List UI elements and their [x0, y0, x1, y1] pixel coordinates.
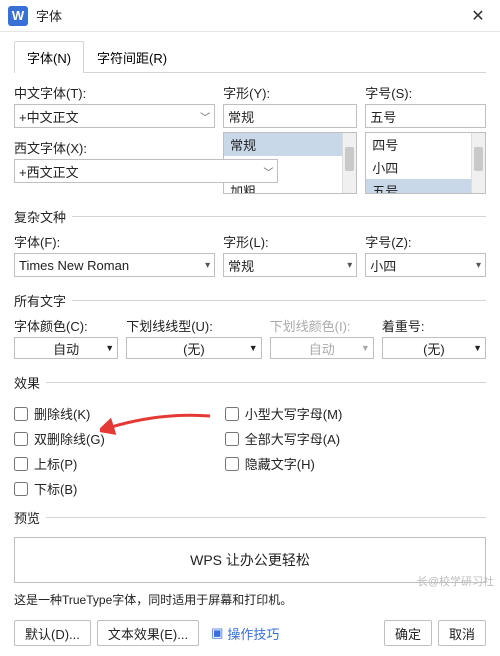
style-input[interactable]: 常规	[223, 104, 357, 128]
tips-link[interactable]: ▣操作技巧	[205, 620, 285, 646]
close-button[interactable]: ✕	[464, 2, 492, 30]
chevron-down-icon: ▾	[347, 260, 352, 271]
app-icon: W	[8, 6, 28, 26]
color-label: 字体颜色(C):	[14, 316, 118, 335]
all-text-legend: 所有文字	[14, 291, 72, 310]
size-input[interactable]: 五号	[365, 104, 486, 128]
chevron-down-icon: ▼	[249, 343, 258, 353]
list-item[interactable]: 小四	[366, 156, 471, 179]
cn-font-select[interactable]: +中文正文 ﹀	[14, 104, 215, 128]
dialog-body: 字体(N) 字符间距(R) 中文字体(T): +中文正文 ﹀ 字形(Y): 常规…	[0, 32, 500, 656]
all-text-group: 所有文字 字体颜色(C): 自动▼ 下划线线型(U): (无)▼ 下划线颜色(I…	[14, 291, 486, 363]
effects-legend: 效果	[14, 373, 46, 392]
chevron-down-icon: ▼	[473, 343, 482, 353]
watermark: 长@校学研习社	[417, 573, 494, 589]
preview-box: WPS 让办公更轻松	[14, 537, 486, 583]
chevron-down-icon: ▼	[361, 343, 370, 353]
en-font-select[interactable]: +西文正文 ﹀	[14, 159, 278, 183]
text-effects-button[interactable]: 文本效果(E)...	[97, 620, 199, 646]
complex-group: 复杂文种 字体(F): Times New Roman ▾ 字形(L): 常规 …	[14, 207, 486, 281]
underline-dropdown[interactable]: (无)▼	[126, 337, 261, 359]
complex-size-value: 小四	[370, 256, 396, 275]
title-bar: W 字体 ✕	[0, 0, 500, 32]
complex-size-label: 字号(Z):	[365, 232, 486, 251]
complex-style-value: 常规	[228, 256, 254, 275]
superscript-checkbox[interactable]: 上标(P)	[14, 454, 105, 473]
preview-text: WPS 让办公更轻松	[190, 550, 310, 570]
style-label: 字形(Y):	[223, 83, 357, 102]
emphasis-label: 着重号:	[382, 316, 486, 335]
all-caps-checkbox[interactable]: 全部大写字母(A)	[225, 429, 343, 448]
book-icon: ▣	[211, 625, 223, 641]
chevron-down-icon: ▼	[105, 343, 114, 353]
preview-legend: 预览	[14, 508, 46, 527]
tab-spacing[interactable]: 字符间距(R)	[84, 41, 180, 73]
complex-size-select[interactable]: 小四 ▾	[365, 253, 486, 277]
en-font-label: 西文字体(X):	[14, 138, 278, 157]
size-value: 五号	[370, 107, 396, 126]
cn-font-value: +中文正文	[19, 107, 79, 126]
chevron-down-icon: ﹀	[200, 109, 210, 124]
list-item[interactable]: 四号	[366, 133, 471, 156]
strike-checkbox[interactable]: 删除线(K)	[14, 404, 105, 423]
cn-font-label: 中文字体(T):	[14, 83, 215, 102]
style-value: 常规	[228, 107, 254, 126]
chevron-down-icon: ▾	[476, 260, 481, 271]
button-bar: 默认(D)... 文本效果(E)... ▣操作技巧 确定 取消	[14, 620, 486, 646]
complex-style-select[interactable]: 常规 ▾	[223, 253, 357, 277]
cancel-button[interactable]: 取消	[438, 620, 486, 646]
ul-color-dropdown: 自动▼	[270, 337, 374, 359]
tab-strip: 字体(N) 字符间距(R)	[14, 40, 486, 73]
effects-group: 效果 删除线(K) 双删除线(G) 上标(P) 下标(B) 小型大写字母(M) …	[14, 373, 486, 498]
size-label: 字号(S):	[365, 83, 486, 102]
complex-font-label: 字体(F):	[14, 232, 215, 251]
subscript-checkbox[interactable]: 下标(B)	[14, 479, 105, 498]
hidden-checkbox[interactable]: 隐藏文字(H)	[225, 454, 343, 473]
chevron-down-icon: ﹀	[263, 164, 273, 179]
small-caps-checkbox[interactable]: 小型大写字母(M)	[225, 404, 343, 423]
default-button[interactable]: 默认(D)...	[14, 620, 91, 646]
color-dropdown[interactable]: 自动▼	[14, 337, 118, 359]
complex-font-select[interactable]: Times New Roman ▾	[14, 253, 215, 277]
tab-font[interactable]: 字体(N)	[14, 41, 84, 73]
scrollbar[interactable]	[471, 133, 485, 193]
chevron-down-icon: ▾	[205, 260, 210, 271]
en-font-value: +西文正文	[19, 162, 79, 181]
emphasis-dropdown[interactable]: (无)▼	[382, 337, 486, 359]
preview-group: 预览 WPS 让办公更轻松 这是一种TrueType字体，同时适用于屏幕和打印机…	[14, 508, 486, 608]
font-description: 这是一种TrueType字体，同时适用于屏幕和打印机。	[14, 591, 486, 608]
underline-label: 下划线线型(U):	[126, 316, 261, 335]
size-listbox[interactable]: 四号 小四 五号	[365, 132, 486, 194]
scrollbar[interactable]	[342, 133, 356, 193]
dialog-title: 字体	[36, 6, 464, 25]
list-item[interactable]: 五号	[366, 179, 471, 194]
complex-style-label: 字形(L):	[223, 232, 357, 251]
dbl-strike-checkbox[interactable]: 双删除线(G)	[14, 429, 105, 448]
ul-color-label: 下划线颜色(I):	[270, 316, 374, 335]
complex-font-value: Times New Roman	[19, 258, 129, 273]
ok-button[interactable]: 确定	[384, 620, 432, 646]
complex-legend: 复杂文种	[14, 207, 72, 226]
